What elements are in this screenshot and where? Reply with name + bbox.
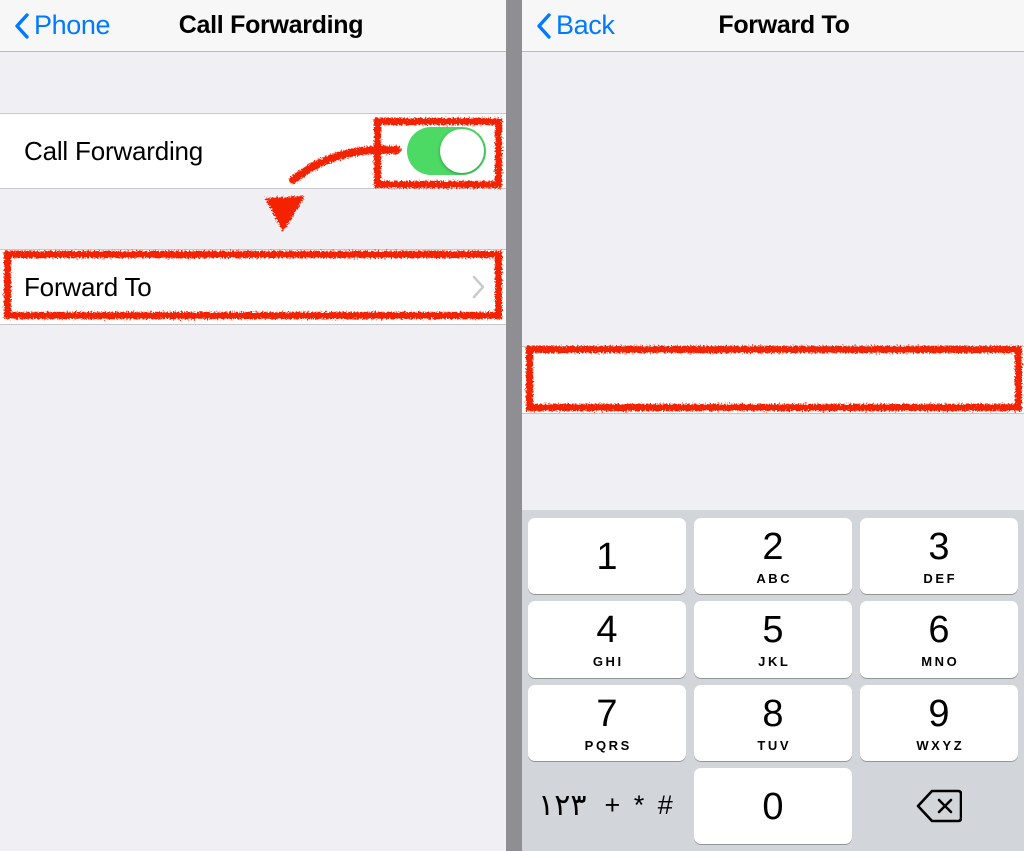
key-digit: 7: [596, 692, 618, 735]
right-nav-bar: Back Forward To: [522, 0, 1024, 52]
left-page-title: Call Forwarding: [178, 11, 364, 39]
alt-numerals-label: ١٢٣: [538, 788, 587, 822]
key-8[interactable]: 8 TUV: [694, 684, 852, 761]
key-letters: MNO: [921, 654, 960, 670]
phone-number-input[interactable]: [542, 363, 1004, 397]
keypad-row-4: ١٢٣ + * # 0: [528, 767, 1018, 844]
backspace-delete-icon: [916, 789, 962, 823]
dual-phone-screenshot: Phone Call Forwarding Call Forwarding Fo…: [0, 0, 1024, 851]
key-delete[interactable]: [860, 768, 1018, 844]
panel-divider: [506, 0, 522, 851]
toggle-knob: [440, 129, 484, 173]
key-digit: 0: [762, 785, 784, 828]
forward-to-row[interactable]: Forward To: [0, 249, 506, 325]
keypad-row-1: 1 2 ABC 3 DEF: [528, 518, 1018, 595]
key-digit: 3: [928, 526, 950, 569]
right-panel-forward-to: Back Forward To 1 2 ABC 3 DEF 4 GHI 5 JK…: [522, 0, 1024, 851]
call-forwarding-label: Call Forwarding: [24, 135, 204, 166]
keypad-row-2: 4 GHI 5 JKL 6 MNO: [528, 601, 1018, 678]
phone-number-field[interactable]: [522, 346, 1024, 414]
key-letters: ABC: [756, 571, 793, 587]
keypad-row-3: 7 PQRS 8 TUV 9 WXYZ: [528, 684, 1018, 761]
key-4[interactable]: 4 GHI: [528, 601, 686, 678]
list-top-spacer: [0, 52, 506, 113]
key-1[interactable]: 1: [528, 518, 686, 595]
key-3[interactable]: 3 DEF: [860, 518, 1018, 595]
call-forwarding-toggle[interactable]: [407, 127, 486, 175]
right-page-title: Forward To: [718, 11, 850, 39]
forward-to-label: Forward To: [24, 271, 152, 302]
key-digit: 8: [762, 692, 784, 735]
key-digit: 6: [928, 609, 950, 652]
key-digit: 5: [762, 609, 784, 652]
key-digit: 4: [596, 609, 618, 652]
key-letters: WXYZ: [916, 737, 965, 753]
numeric-keypad: 1 2 ABC 3 DEF 4 GHI 5 JKL 6 MNO 7 PQRS 8…: [522, 510, 1024, 851]
key-9[interactable]: 9 WXYZ: [860, 684, 1018, 761]
key-digit: 9: [928, 692, 950, 735]
key-letters: GHI: [592, 654, 624, 670]
list-group-spacer: [0, 189, 506, 249]
key-letters: PQRS: [584, 737, 632, 753]
key-6[interactable]: 6 MNO: [860, 601, 1018, 678]
key-0[interactable]: 0: [694, 767, 852, 844]
key-letters: DEF: [923, 571, 958, 587]
chevron-right-icon: [472, 275, 485, 299]
key-alt-numerals[interactable]: ١٢٣ + * #: [528, 768, 686, 844]
call-forwarding-row[interactable]: Call Forwarding: [0, 113, 506, 189]
left-panel-call-forwarding: Phone Call Forwarding Call Forwarding Fo…: [0, 0, 506, 851]
symbols-label: + * #: [604, 790, 676, 821]
key-letters: JKL: [758, 654, 791, 670]
key-digit: 1: [596, 536, 618, 579]
right-panel-body: 1 2 ABC 3 DEF 4 GHI 5 JKL 6 MNO 7 PQRS 8…: [522, 52, 1024, 851]
key-5[interactable]: 5 JKL: [694, 601, 852, 678]
key-digit: 2: [762, 526, 784, 569]
key-7[interactable]: 7 PQRS: [528, 684, 686, 761]
key-2[interactable]: 2 ABC: [694, 518, 852, 595]
left-nav-bar: Phone Call Forwarding: [0, 0, 506, 52]
key-letters: TUV: [757, 737, 792, 753]
